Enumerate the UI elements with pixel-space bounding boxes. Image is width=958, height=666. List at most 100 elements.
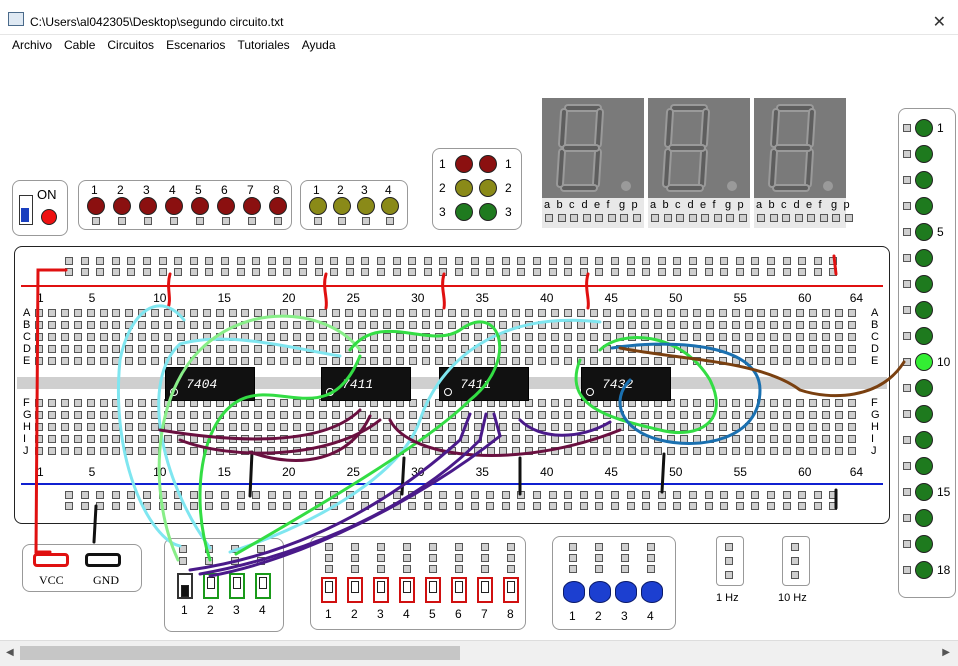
rail-hole[interactable] [564, 502, 573, 510]
breadboard-hole[interactable] [318, 357, 327, 365]
rail-hole[interactable] [735, 491, 744, 499]
breadboard-hole[interactable] [512, 333, 521, 341]
rail-hole[interactable] [689, 257, 697, 265]
seven-seg-pin[interactable] [557, 214, 566, 222]
breadboard-hole[interactable] [654, 447, 663, 455]
breadboard-hole[interactable] [125, 423, 134, 431]
breadboard-hole[interactable] [396, 447, 405, 455]
breadboard-hole[interactable] [280, 333, 289, 341]
breadboard-hole[interactable] [692, 423, 701, 431]
button-pin[interactable] [569, 565, 577, 573]
breadboard-hole[interactable] [460, 435, 469, 443]
breadboard-hole[interactable] [654, 345, 663, 353]
breadboard-hole[interactable] [202, 333, 211, 341]
rail-hole[interactable] [486, 502, 495, 510]
breadboard-hole[interactable] [499, 309, 508, 317]
breadboard-hole[interactable] [86, 447, 95, 455]
breadboard-hole[interactable] [525, 357, 534, 365]
breadboard-hole[interactable] [499, 411, 508, 419]
breadboard-hole[interactable] [293, 423, 301, 431]
breadboard-hole[interactable] [757, 333, 766, 341]
button-pin[interactable] [621, 565, 629, 573]
breadboard-hole[interactable] [796, 411, 805, 419]
breadboard-hole[interactable] [138, 399, 147, 407]
breadboard-hole[interactable] [770, 321, 779, 329]
breadboard-hole[interactable] [35, 423, 43, 431]
breadboard-hole[interactable] [486, 423, 495, 431]
breadboard-hole[interactable] [73, 423, 82, 431]
breadboard-hole[interactable] [202, 345, 211, 353]
breadboard-hole[interactable] [731, 423, 740, 431]
breadboard-hole[interactable] [99, 399, 108, 407]
breadboard-hole[interactable] [215, 309, 224, 317]
breadboard-hole[interactable] [267, 345, 276, 353]
rail-hole[interactable] [455, 257, 463, 265]
rail-hole[interactable] [80, 257, 89, 265]
breadboard-hole[interactable] [241, 321, 250, 329]
breadboard-hole[interactable] [551, 411, 559, 419]
breadboard-hole[interactable] [576, 333, 585, 341]
breadboard-hole[interactable] [267, 447, 276, 455]
breadboard-hole[interactable] [331, 411, 340, 419]
rail-hole[interactable] [657, 491, 666, 499]
breadboard-hole[interactable] [151, 399, 160, 407]
breadboard-hole[interactable] [667, 447, 676, 455]
rail-hole[interactable] [533, 268, 541, 276]
breadboard-hole[interactable] [692, 411, 701, 419]
red-dip-switch[interactable] [321, 577, 337, 603]
breadboard-hole[interactable] [589, 321, 598, 329]
breadboard-hole[interactable] [473, 321, 482, 329]
seven-seg-pin[interactable] [713, 214, 722, 222]
rail-hole[interactable] [767, 268, 775, 276]
breadboard-hole[interactable] [538, 333, 547, 341]
rail-hole[interactable] [626, 257, 635, 265]
breadboard-hole[interactable] [680, 447, 688, 455]
rail-hole[interactable] [423, 502, 432, 510]
breadboard-hole[interactable] [99, 411, 108, 419]
rail-hole[interactable] [314, 502, 323, 510]
breadboard-hole[interactable] [667, 321, 676, 329]
breadboard-hole[interactable] [834, 357, 843, 365]
switch-pin[interactable] [351, 554, 359, 562]
breadboard-hole[interactable] [138, 321, 147, 329]
breadboard-hole[interactable] [499, 357, 508, 365]
breadboard-hole[interactable] [189, 423, 198, 431]
breadboard-hole[interactable] [35, 321, 43, 329]
breadboard-hole[interactable] [86, 435, 95, 443]
rail-hole[interactable] [158, 257, 167, 265]
rail-hole[interactable] [470, 491, 479, 499]
breadboard-hole[interactable] [641, 435, 650, 443]
breadboard-hole[interactable] [692, 321, 701, 329]
rail-hole[interactable] [455, 268, 463, 276]
breadboard-hole[interactable] [589, 411, 598, 419]
breadboard-hole[interactable] [538, 399, 547, 407]
breadboard-hole[interactable] [305, 423, 314, 431]
breadboard-hole[interactable] [615, 447, 624, 455]
breadboard-hole[interactable] [615, 435, 624, 443]
breadboard-hole[interactable] [434, 321, 443, 329]
rail-hole[interactable] [345, 257, 354, 265]
breadboard-hole[interactable] [486, 435, 495, 443]
breadboard-hole[interactable] [125, 345, 134, 353]
breadboard-hole[interactable] [267, 423, 276, 431]
breadboard-hole[interactable] [783, 309, 792, 317]
breadboard-hole[interactable] [434, 411, 443, 419]
breadboard-hole[interactable] [757, 321, 766, 329]
breadboard-hole[interactable] [396, 411, 405, 419]
rail-hole[interactable] [361, 502, 370, 510]
rail-hole[interactable] [361, 491, 370, 499]
breadboard-hole[interactable] [318, 345, 327, 353]
switch-pin[interactable] [377, 565, 385, 573]
breadboard-hole[interactable] [86, 333, 95, 341]
breadboard-hole[interactable] [847, 435, 856, 443]
rail-hole[interactable] [548, 502, 557, 510]
rail-hole[interactable] [626, 502, 635, 510]
seven-seg-pin[interactable] [651, 214, 659, 222]
breadboard-hole[interactable] [267, 399, 276, 407]
breadboard-hole[interactable] [396, 309, 405, 317]
breadboard-hole[interactable] [47, 435, 56, 443]
breadboard-hole[interactable] [73, 345, 82, 353]
breadboard-hole[interactable] [125, 321, 134, 329]
breadboard-hole[interactable] [35, 357, 43, 365]
breadboard-hole[interactable] [215, 435, 224, 443]
